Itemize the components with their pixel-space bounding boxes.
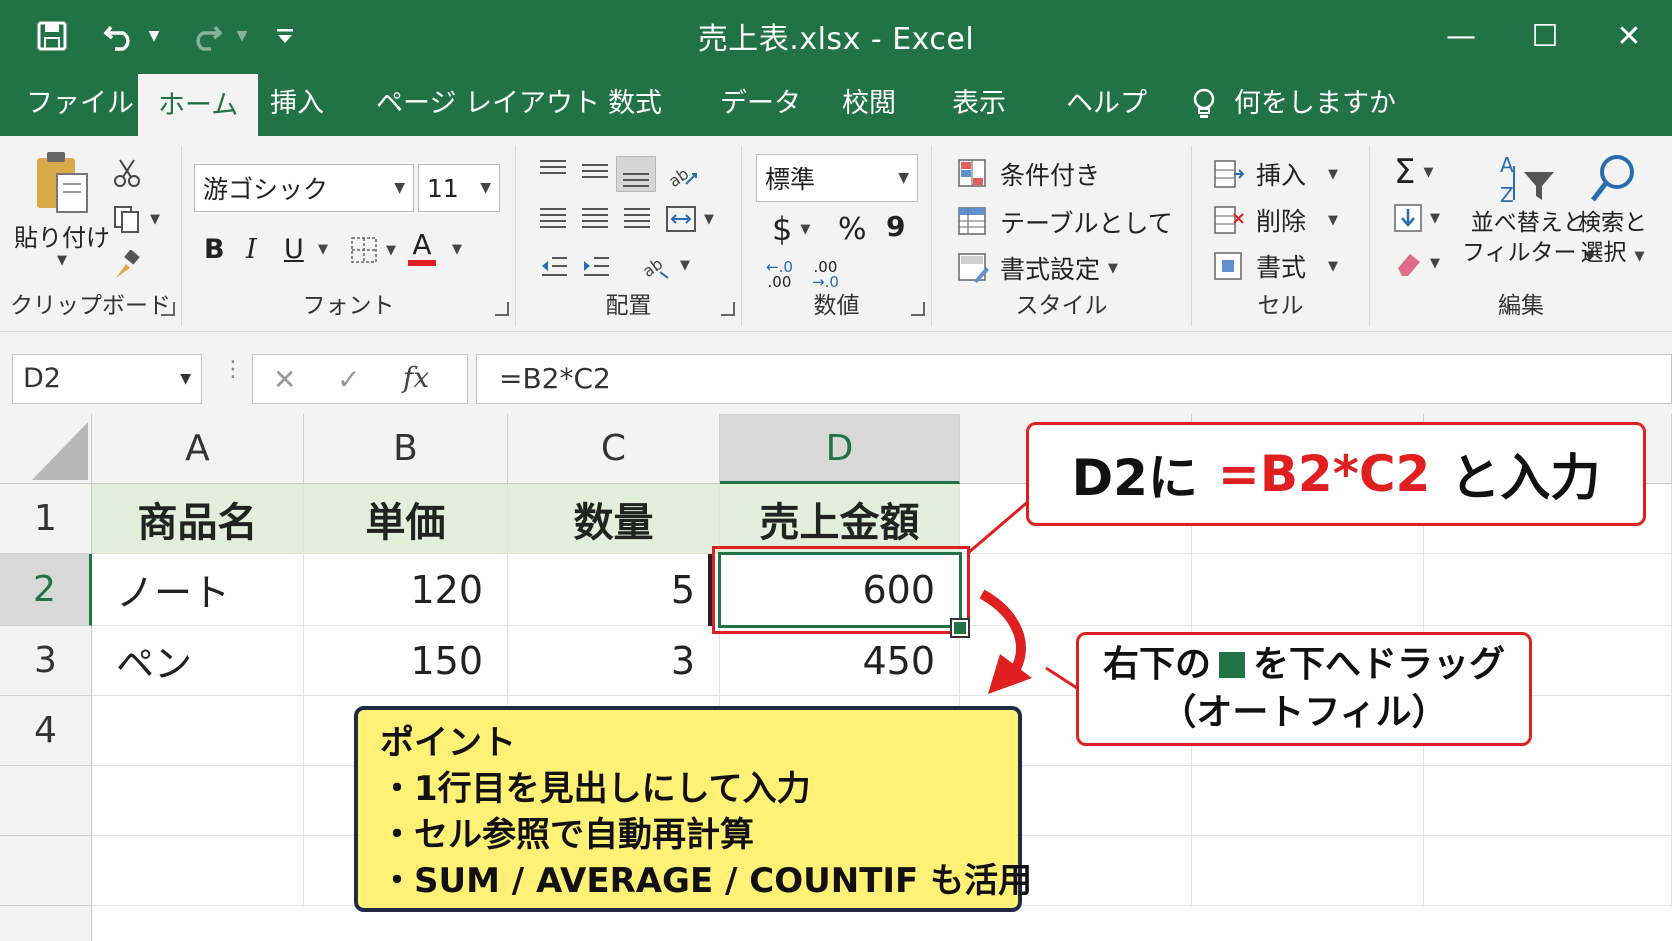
point-title: ポイント	[380, 723, 516, 763]
fill-handle-square-icon	[1219, 652, 1245, 678]
point-note: ポイント ・1行目を見出しにして入力 ・セル参照で自動再計算 ・SUM / AV…	[354, 706, 1033, 912]
drag-arrow-head-icon	[988, 654, 1032, 694]
callout-autofill-line2: （オートフィル）	[1160, 692, 1448, 733]
callout-formula-expression: =B2*C2	[1217, 445, 1431, 503]
excel-window: ▼ ▼ 売上表.xlsx - Excel — ☐ ✕ ファイル ホーム 挿入 ペ…	[0, 0, 1672, 941]
callout-formula-suffix: と入力	[1450, 449, 1601, 507]
callout-formula: D2に =B2*C2 と入力	[1026, 422, 1646, 526]
callout-autofill-line1: 右下の を下へドラッグ	[1102, 644, 1506, 685]
point-item-2: ・セル参照で自動再計算	[380, 815, 754, 855]
point-item-3: ・SUM / AVERAGE / COUNTIF も活用	[380, 861, 1033, 901]
callout-formula-prefix: D2に	[1071, 449, 1198, 507]
point-item-1: ・1行目を見出しにして入力	[380, 769, 811, 809]
callout-autofill: 右下の を下へドラッグ （オートフィル）	[1076, 632, 1532, 746]
